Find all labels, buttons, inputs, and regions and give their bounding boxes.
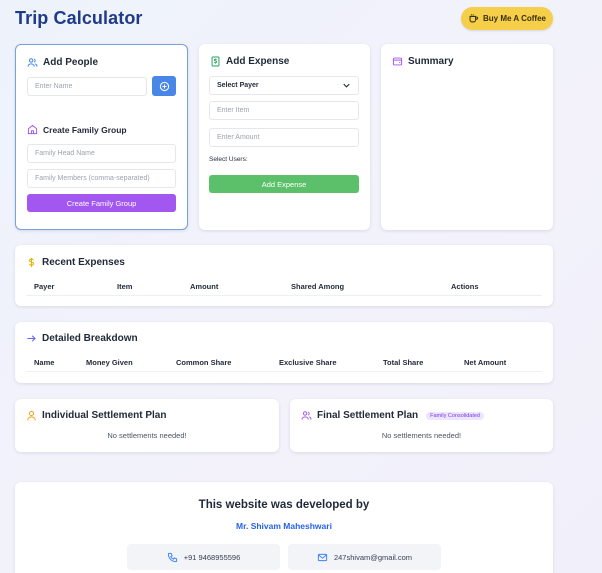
individual-settlement-card: Individual Settlement Plan No settlement… [15,399,279,452]
column-header-common-share: Common Share [176,358,232,367]
recent-expenses-card: Recent Expenses Payer Item Amount Shared… [15,245,553,306]
column-header-item: Item [117,282,133,291]
plus-circle-icon [159,81,170,92]
users-group-icon [301,410,312,421]
buy-coffee-label: Buy Me A Coffee [483,14,546,23]
summary-title: Summary [392,56,454,67]
select-users-label: Select Users: [209,156,248,163]
column-header-money-given: Money Given [86,358,133,367]
column-header-shared-among: Shared Among [291,282,345,291]
create-family-title: Create Family Group [27,124,127,135]
phone-icon [167,552,178,563]
wallet-icon [392,56,403,67]
phone-contact[interactable]: +91 9468955596 [127,544,280,570]
developer-name[interactable]: Mr. Shivam Maheshwari [15,521,553,531]
mail-icon [317,552,328,563]
add-people-card: Add People Enter Name Create Family Grou… [15,44,188,230]
final-settlement-card: Final Settlement Plan Family Consolidate… [290,399,553,452]
recent-expenses-title: Recent Expenses [26,257,125,268]
add-person-button[interactable] [152,76,176,96]
table-divider [26,371,542,372]
family-members-input[interactable]: Family Members (comma-separated) [27,169,176,188]
email-contact[interactable]: 247shivam@gmail.com [288,544,441,570]
coffee-icon [468,13,479,24]
final-settlement-empty: No settlements needed! [381,431,462,440]
user-icon [26,410,37,421]
column-header-amount: Amount [190,282,219,291]
individual-settlement-title: Individual Settlement Plan [26,410,166,421]
table-divider [26,295,542,296]
name-input[interactable]: Enter Name [27,77,147,96]
arrow-right-icon [26,333,37,344]
dollar-icon [26,257,37,268]
chevron-down-icon [341,80,352,91]
detailed-breakdown-card: Detailed Breakdown Name Money Given Comm… [15,322,553,383]
column-header-exclusive-share: Exclusive Share [279,358,337,367]
footer-heading: This website was developed by [198,499,370,511]
column-header-actions: Actions [451,282,479,291]
add-people-title: Add People [27,57,98,68]
buy-coffee-button[interactable]: Buy Me A Coffee [461,7,553,30]
column-header-payer: Payer [34,282,55,291]
column-header-total-share: Total Share [383,358,424,367]
column-header-net-amount: Net Amount [464,358,507,367]
app-title: Trip Calculator [15,8,143,28]
add-expense-title: Add Expense [210,56,289,67]
dollar-receipt-icon [210,56,221,67]
final-settlement-title: Final Settlement Plan Family Consolidate… [301,410,484,421]
add-expense-button[interactable]: Add Expense [209,175,359,193]
home-icon [27,124,38,135]
add-expense-card: Add Expense Select Payer Enter Item Ente… [199,44,370,230]
detailed-breakdown-title: Detailed Breakdown [26,333,138,344]
summary-card: Summary [381,44,553,230]
individual-settlement-empty: No settlements needed! [107,431,187,440]
item-input[interactable]: Enter Item [209,101,359,120]
create-family-group-button[interactable]: Create Family Group [27,194,176,212]
header: Trip Calculator Buy Me A Coffee [15,7,553,30]
column-header-name: Name [34,358,55,367]
users-icon [27,57,38,68]
family-consolidated-badge: Family Consolidated [426,411,484,420]
family-head-input[interactable]: Family Head Name [27,144,176,163]
amount-input[interactable]: Enter Amount [209,128,359,147]
payer-select[interactable]: Select Payer [209,76,359,95]
footer-card: This website was developed by Mr. Shivam… [15,482,553,573]
